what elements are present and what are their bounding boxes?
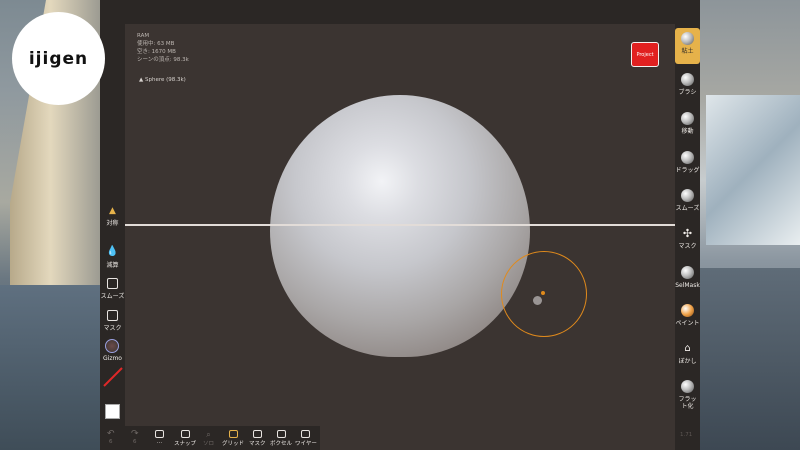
- redo-icon: ↷: [131, 429, 139, 439]
- water-floor: [0, 285, 100, 450]
- tool-flatten[interactable]: フラット化: [675, 380, 700, 410]
- wireframe-button[interactable]: ワイヤー: [295, 430, 317, 447]
- tool-clay[interactable]: 粘土: [675, 28, 700, 64]
- symmetry-toggle[interactable]: ▲ 対称: [100, 206, 125, 227]
- selmask-tool-icon: [681, 266, 694, 279]
- sphere-mesh[interactable]: [270, 95, 530, 357]
- waterfall: [706, 95, 800, 245]
- blur-tool-icon: ⌂: [684, 343, 691, 354]
- grid-button[interactable]: グリッド: [222, 430, 244, 447]
- history-button[interactable]: ...: [155, 430, 164, 445]
- grid-icon: [228, 430, 238, 438]
- mask-toggle[interactable]: マスク: [100, 310, 125, 332]
- version-label: 1.71: [680, 432, 693, 438]
- undo-button[interactable]: ↶ 6: [107, 429, 115, 446]
- mesh-icon: ▲: [139, 77, 144, 83]
- smooth-toggle[interactable]: スムーズ: [100, 278, 125, 300]
- tool-move[interactable]: 移動: [675, 112, 700, 135]
- ram-info: RAM 使用中: 63 MB 空き: 1670 MB シーンの頂点: 98.3k: [137, 33, 189, 63]
- top-toolbar: [100, 0, 700, 24]
- voxel-button[interactable]: ボクセル: [270, 430, 292, 447]
- brush-pivot-marker: [541, 291, 545, 295]
- magnifier-icon: ⌕: [206, 430, 211, 439]
- drop-icon: 💧: [106, 246, 119, 257]
- color-swatch[interactable]: [105, 404, 120, 419]
- history-icon: [155, 430, 164, 438]
- decay-toggle[interactable]: 💧 減算: [100, 246, 125, 269]
- clay-tool-icon: [681, 32, 694, 45]
- mask-puzzle-icon: ✣: [682, 227, 693, 240]
- tool-smooth[interactable]: スムーズ: [675, 189, 700, 212]
- environment-right: [700, 0, 800, 450]
- camera-icon: [180, 430, 190, 438]
- flatten-tool-icon: [681, 380, 694, 393]
- solo-button[interactable]: ⌕ ソロ: [203, 430, 214, 447]
- history-dots: ...: [156, 439, 163, 445]
- warning-triangle-icon: ▲: [109, 206, 116, 216]
- move-tool-icon: [681, 112, 694, 125]
- water-floor: [700, 268, 800, 450]
- tool-paint[interactable]: ペイント: [675, 304, 700, 327]
- app-screen: { "logo": {"text": "ijigen"}, "info": {"…: [0, 0, 800, 450]
- brush-tool-icon: [681, 73, 694, 86]
- tool-blur[interactable]: ⌂ ぼかし: [675, 342, 700, 365]
- gizmo-icon[interactable]: [105, 339, 119, 353]
- stroke-preview-icon[interactable]: [102, 366, 124, 388]
- brush-center-dot: [533, 296, 542, 305]
- tool-mask[interactable]: ✣ マスク: [675, 227, 700, 250]
- project-button[interactable]: Project: [631, 42, 659, 67]
- tool-brush[interactable]: ブラシ: [675, 73, 700, 96]
- voxel-icon: [276, 430, 286, 438]
- redo-button[interactable]: ↷ 6: [131, 429, 139, 446]
- paint-tool-icon: [681, 304, 694, 317]
- gizmo-toggle[interactable]: Gizmo: [100, 355, 125, 362]
- tool-drag[interactable]: ドラッグ: [675, 151, 700, 174]
- object-label[interactable]: ▲ Sphere (98.3k): [139, 77, 186, 83]
- smooth-tool-icon: [681, 189, 694, 202]
- smooth-box-icon: [107, 278, 118, 289]
- tool-selmask[interactable]: SelMask: [675, 266, 700, 289]
- wireframe-icon: [301, 430, 311, 438]
- symmetry-plane-line: [124, 224, 676, 226]
- ijigen-logo: ijigen: [12, 12, 105, 105]
- eye-slash-icon: [252, 430, 262, 438]
- mask-box-icon: [107, 310, 118, 321]
- snap-button[interactable]: スナップ: [174, 430, 196, 447]
- mask-view-button[interactable]: マスク: [249, 430, 266, 447]
- drag-tool-icon: [681, 151, 694, 164]
- undo-icon: ↶: [107, 429, 115, 439]
